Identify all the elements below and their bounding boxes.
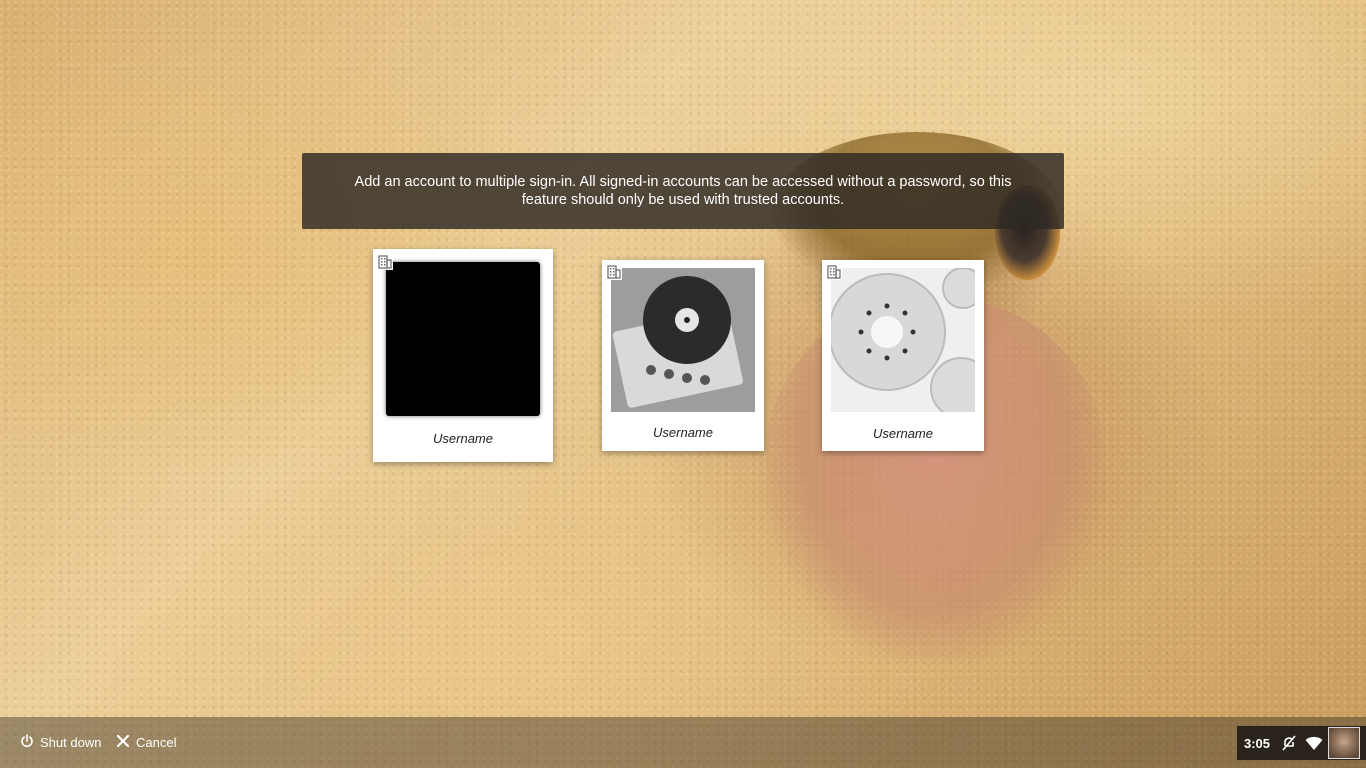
account-username: Username (433, 431, 493, 446)
account-picture (386, 262, 540, 416)
account-card-3[interactable]: Username (822, 260, 984, 451)
cancel-label: Cancel (136, 734, 177, 750)
clock[interactable]: 3:05 (1244, 736, 1274, 751)
system-tray[interactable]: 3:05 (1237, 726, 1366, 760)
close-icon (116, 734, 130, 751)
power-icon (20, 733, 34, 751)
shutdown-label: Shut down (40, 734, 102, 750)
login-shelf (0, 717, 1366, 768)
account-picture (831, 268, 975, 412)
building-icon (377, 254, 393, 270)
building-icon (826, 264, 842, 280)
shutdown-button[interactable]: Shut down (20, 728, 101, 756)
user-avatar[interactable] (1328, 727, 1360, 759)
notice-line-2: feature should only be used with trusted… (521, 192, 845, 208)
account-picture (611, 268, 755, 412)
building-icon (606, 264, 622, 280)
notifications-off-icon[interactable] (1279, 733, 1299, 753)
account-username: Username (873, 426, 933, 441)
account-card-2[interactable]: Username (602, 260, 764, 451)
notice-line-1: Add an account to multiple sign-in. All … (354, 174, 1012, 190)
account-username: Username (653, 425, 713, 440)
wifi-icon[interactable] (1304, 733, 1324, 753)
multi-signin-notice: Add an account to multiple sign-in. All … (302, 153, 1064, 229)
cancel-button[interactable]: Cancel (116, 728, 176, 756)
account-card-1[interactable]: Username (373, 249, 553, 462)
